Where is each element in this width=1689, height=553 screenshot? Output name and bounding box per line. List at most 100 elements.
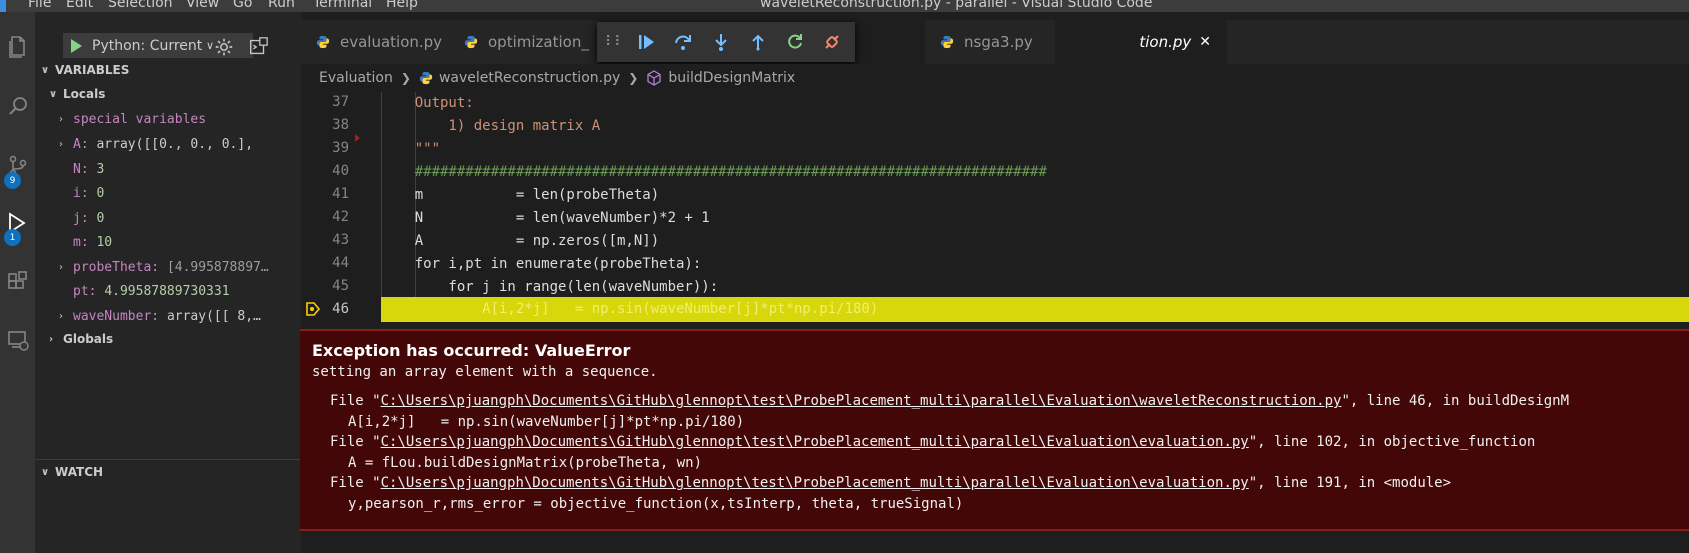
- locals-scope[interactable]: ∨ Locals: [35, 83, 301, 105]
- variable-row[interactable]: › probeTheta: [4.995878897…: [35, 255, 301, 279]
- menu-file[interactable]: File: [28, 0, 51, 11]
- menu-view[interactable]: View: [186, 0, 219, 11]
- chevron-right-icon: ›: [49, 333, 54, 345]
- watch-section-header[interactable]: ∨ WATCH: [35, 461, 301, 483]
- debug-console-icon[interactable]: [247, 36, 269, 58]
- restart-icon: [788, 34, 803, 49]
- breadcrumb-file[interactable]: waveletReconstruction.py: [439, 70, 620, 86]
- tab-evaluation[interactable]: evaluation.py: [301, 20, 449, 64]
- chevron-down-icon: ∨: [41, 466, 50, 478]
- variables-header-label: VARIABLES: [55, 63, 130, 77]
- variable-row[interactable]: i: 0: [35, 181, 301, 205]
- menu-go[interactable]: Go: [233, 0, 252, 11]
- variable-value: array([[ 8,…: [166, 308, 261, 324]
- traceback-file-link[interactable]: C:\Users\pjuangph\Documents\GitHub\glenn…: [381, 393, 1342, 409]
- watch-header-label: WATCH: [55, 465, 104, 479]
- current-code-line: A[i,2*j] = np.sin(waveNumber[j]*pt*np.pi…: [381, 301, 879, 317]
- exception-message: setting an array element with a sequence…: [312, 364, 658, 380]
- line-number: 40: [332, 163, 349, 179]
- variable-name: special variables: [73, 111, 207, 127]
- variable-row[interactable]: pt: 4.99587889730331: [35, 279, 301, 303]
- variable-value: [4.995878897…: [166, 259, 269, 275]
- globals-scope[interactable]: › Globals: [35, 328, 301, 350]
- variables-section-header[interactable]: ∨ VARIABLES: [35, 59, 301, 81]
- restart-button[interactable]: [781, 27, 810, 57]
- tab-label: evaluation.py: [340, 33, 443, 51]
- step-out-button[interactable]: [743, 27, 772, 57]
- chevron-down-icon: ∨: [41, 64, 50, 76]
- activity-source-control[interactable]: 9: [0, 146, 35, 189]
- current-statement-arrow-icon[interactable]: [305, 301, 321, 317]
- locals-label: Locals: [63, 87, 106, 101]
- variable-name: probeTheta: [73, 259, 152, 275]
- extensions-icon: [7, 271, 27, 289]
- variable-row[interactable]: m: 10: [35, 230, 301, 254]
- traceback-file-link[interactable]: C:\Users\pjuangph\Documents\GitHub\glenn…: [381, 434, 1249, 450]
- menu-help[interactable]: Help: [386, 0, 418, 11]
- breadcrumb-symbol[interactable]: buildDesignMatrix: [668, 70, 795, 86]
- line-number-gutter: 37 38 39 40 41 42 43 44 45 46: [301, 92, 381, 322]
- activity-search[interactable]: [0, 86, 35, 126]
- code-line: Output:: [381, 95, 474, 111]
- disconnect-icon: [825, 35, 840, 49]
- code-line: N = len(waveNumber)*2 + 1: [381, 210, 710, 226]
- exception-widget: Exception has occurred: ValueError setti…: [300, 329, 1689, 531]
- gear-icon[interactable]: [213, 36, 235, 58]
- chevron-right-icon: ›: [59, 138, 63, 150]
- menu-edit[interactable]: Edit: [66, 0, 93, 11]
- activity-remote-explorer[interactable]: [0, 320, 35, 360]
- debug-toolbar: ⠇⠇: [597, 22, 855, 62]
- chevron-right-icon: ›: [59, 261, 63, 273]
- remote-explorer-icon: [7, 331, 29, 351]
- variable-row[interactable]: › A: array([[0., 0., 0.],: [35, 132, 301, 156]
- step-over-icon: [675, 35, 692, 50]
- tab-optimization[interactable]: optimization_: [449, 20, 597, 64]
- debug-sidebar: Python: Current ∨ ∨ VARIABLES ∨ Locals ›…: [35, 12, 301, 553]
- variable-row[interactable]: › waveNumber: array([[ 8,…: [35, 304, 301, 328]
- variable-row[interactable]: N: 3: [35, 157, 301, 181]
- step-into-button[interactable]: [706, 27, 735, 57]
- exception-title: Exception has occurred: ValueError: [312, 341, 631, 360]
- activity-extensions[interactable]: [0, 262, 35, 302]
- variable-row[interactable]: j: 0: [35, 206, 301, 230]
- globals-label: Globals: [63, 332, 114, 346]
- line-number: 39: [332, 140, 349, 156]
- disconnect-button[interactable]: [818, 27, 847, 57]
- section-divider: [35, 459, 301, 460]
- python-file-icon: [316, 35, 330, 49]
- line-number: 43: [332, 232, 349, 248]
- line-number: 42: [332, 209, 349, 225]
- code-line: for j in range(len(waveNumber)):: [381, 279, 719, 295]
- chevron-right-icon: ❯: [628, 71, 639, 85]
- drag-handle-icon[interactable]: ⠇⠇: [605, 34, 624, 50]
- python-file-icon: [419, 71, 433, 85]
- variable-name: waveNumber: [73, 308, 152, 324]
- traceback-file-link[interactable]: C:\Users\pjuangph\Documents\GitHub\glenn…: [381, 475, 1249, 491]
- variable-value: 3: [96, 161, 105, 177]
- traceback-frame: File "C:\Users\pjuangph\Documents\GitHub…: [330, 434, 1536, 450]
- variable-name: j: [73, 210, 81, 226]
- traceback-frame: File "C:\Users\pjuangph\Documents\GitHub…: [330, 393, 1570, 409]
- python-file-icon: [940, 35, 954, 49]
- variable-row[interactable]: › special variables: [35, 107, 301, 131]
- start-debugging-icon[interactable]: [71, 38, 82, 53]
- tab-label: nsga3.py: [964, 33, 1033, 51]
- step-over-button[interactable]: [669, 27, 698, 57]
- chevron-right-icon: ›: [59, 113, 63, 125]
- code-editor[interactable]: Output: 1) design matrix A """ #########…: [381, 92, 1689, 322]
- tab-label: optimization_: [488, 33, 589, 51]
- tab-nsga3[interactable]: nsga3.py: [925, 20, 1055, 64]
- activity-run-debug[interactable]: 1: [0, 203, 35, 246]
- menu-run[interactable]: Run: [268, 0, 295, 11]
- close-icon[interactable]: ✕: [1199, 34, 1211, 50]
- menu-terminal[interactable]: Terminal: [313, 0, 372, 11]
- traceback-source: A[i,2*j] = np.sin(waveNumber[j]*pt*np.pi…: [348, 414, 745, 430]
- breadcrumb-folder[interactable]: Evaluation: [319, 70, 393, 86]
- continue-button[interactable]: [632, 27, 661, 57]
- menu-selection[interactable]: Selection: [108, 0, 173, 11]
- vscode-logo-icon: [0, 0, 6, 12]
- debug-toolbar-top: Python: Current ∨: [35, 28, 301, 58]
- code-line: """: [381, 141, 441, 157]
- activity-explorer[interactable]: [0, 27, 35, 67]
- variable-value: 4.99587889730331: [104, 283, 230, 299]
